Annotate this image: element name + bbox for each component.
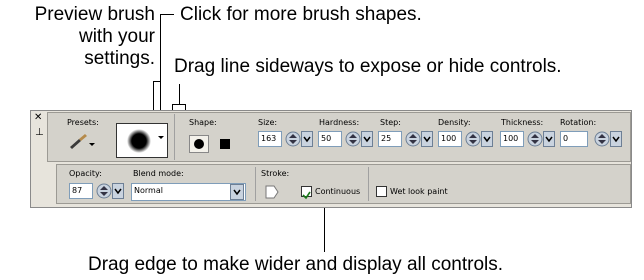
callout-drag-edge: Drag edge to make wider and display all … xyxy=(88,254,504,275)
chevron-down-icon xyxy=(301,131,313,147)
size-dropdown[interactable] xyxy=(301,131,317,147)
blend-mode-value: Normal xyxy=(134,186,163,195)
density-stepper[interactable] xyxy=(465,131,481,147)
hardness-stepper[interactable] xyxy=(345,131,361,147)
leader-edge-vertical xyxy=(324,208,325,252)
rotation-input[interactable]: 0 xyxy=(560,131,588,147)
stepper-icon xyxy=(465,131,481,147)
stepper-icon xyxy=(285,131,301,147)
leader-preview-horizontal xyxy=(153,81,160,82)
close-icon[interactable]: ✕ xyxy=(34,112,42,123)
bracket-stem xyxy=(179,84,180,104)
wet-look-checkbox[interactable] xyxy=(376,186,387,197)
thickness-stepper[interactable] xyxy=(527,131,543,147)
step-input[interactable]: 25 xyxy=(378,131,402,147)
bottom-separator-1 xyxy=(255,167,256,201)
stepper-icon xyxy=(96,183,112,199)
opacity-stepper[interactable] xyxy=(96,183,112,199)
density-label: Density: xyxy=(438,118,471,127)
continuous-label: Continuous xyxy=(315,187,361,196)
hardness-label: Hardness: xyxy=(319,118,360,127)
wet-look-label: Wet look paint xyxy=(390,187,448,196)
chevron-down-icon xyxy=(543,131,555,147)
brush-preview[interactable] xyxy=(116,123,168,158)
callout-drag-sideways: Drag line sideways to expose or hide con… xyxy=(174,56,562,77)
thickness-dropdown[interactable] xyxy=(543,131,559,147)
pin-icon[interactable]: ⊥ xyxy=(35,127,44,138)
bottom-separator-2 xyxy=(368,167,369,201)
square-shape-button[interactable] xyxy=(215,135,235,153)
round-brush-icon xyxy=(194,139,204,149)
rotation-dropdown[interactable] xyxy=(610,131,626,147)
stroke-button[interactable] xyxy=(263,183,281,201)
blend-mode-label: Blend mode: xyxy=(133,169,184,178)
chevron-down-icon xyxy=(421,131,433,147)
density-dropdown[interactable] xyxy=(481,131,497,147)
step-dropdown[interactable] xyxy=(421,131,437,147)
chevron-down-icon xyxy=(112,183,124,199)
stepper-icon xyxy=(594,131,610,147)
square-brush-icon xyxy=(220,139,230,149)
brush-options-toolbar: ✕ ⊥ Presets: Shape: Size: 163 Hardness: … xyxy=(30,110,632,208)
callout-preview-line-2: with your xyxy=(78,26,155,47)
stepper-icon xyxy=(345,131,361,147)
callout-preview-brush: Preview brush with your settings. xyxy=(10,4,155,70)
opacity-dropdown[interactable] xyxy=(112,183,128,199)
step-stepper[interactable] xyxy=(405,131,421,147)
thickness-input[interactable]: 100 xyxy=(500,131,524,147)
rotation-stepper[interactable] xyxy=(594,131,610,147)
presets-label: Presets: xyxy=(67,118,99,127)
stroke-icon xyxy=(265,185,279,199)
callout-click-shapes: Click for more brush shapes. xyxy=(180,4,422,25)
step-label: Step: xyxy=(380,118,401,127)
chevron-down-icon[interactable] xyxy=(230,184,244,200)
stepper-icon xyxy=(405,131,421,147)
brush-preset-icon xyxy=(70,134,95,149)
shape-label: Shape: xyxy=(189,118,217,127)
chevron-down-icon xyxy=(610,131,622,147)
hardness-input[interactable]: 50 xyxy=(318,131,342,147)
hardness-dropdown[interactable] xyxy=(361,131,377,147)
opacity-input[interactable]: 87 xyxy=(69,183,93,199)
rotation-label: Rotation: xyxy=(560,118,597,127)
continuous-checkbox[interactable] xyxy=(301,186,312,200)
stepper-icon xyxy=(527,131,543,147)
drag-separator-line[interactable] xyxy=(174,114,175,160)
stroke-label: Stroke: xyxy=(261,169,290,178)
chevron-down-icon xyxy=(361,131,373,147)
blend-mode-select[interactable]: Normal xyxy=(131,183,246,201)
size-stepper[interactable] xyxy=(285,131,301,147)
chevron-down-icon xyxy=(481,131,493,147)
opacity-label: Opacity: xyxy=(69,169,102,178)
presets-dropdown[interactable] xyxy=(67,131,97,153)
leader-shapes-horizontal xyxy=(160,14,174,15)
callout-preview-line-1: Preview brush xyxy=(34,4,155,25)
round-shape-button[interactable] xyxy=(189,135,209,153)
size-label: Size: xyxy=(258,118,278,127)
bracket-top xyxy=(172,104,186,105)
density-input[interactable]: 100 xyxy=(438,131,462,147)
callout-preview-line-3: settings. xyxy=(84,48,155,69)
size-input[interactable]: 163 xyxy=(258,131,282,147)
thickness-label: Thickness: xyxy=(501,118,544,127)
checkmark-icon xyxy=(302,191,311,200)
